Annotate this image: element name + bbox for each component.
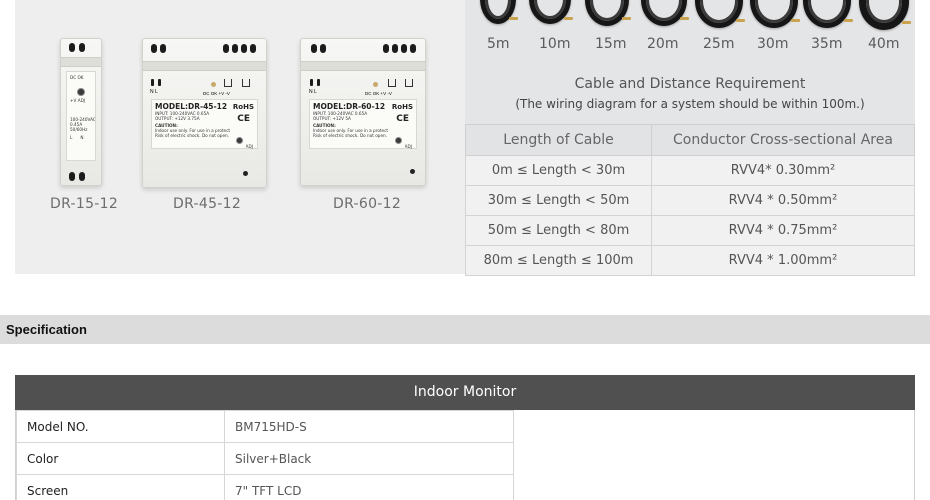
- table-row: 50m ≤ Length < 80m RVV4 * 0.75mm²: [465, 215, 915, 246]
- indoor-monitor-header: Indoor Monitor: [15, 375, 915, 410]
- cable-coil-image: [641, 0, 689, 26]
- power-supply-dr-15-12: DC OK +V ADJ 100-240VAC 0.45A 50/60Hz L …: [60, 38, 102, 186]
- area-cell: RVV4 * 0.50mm²: [651, 185, 915, 216]
- area-cell: RVV4 * 1.00mm²: [651, 245, 915, 276]
- column-header: Conductor Cross-sectional Area: [651, 124, 915, 156]
- table-row: 80m ≤ Length ≤ 100m RVV4 * 1.00mm²: [465, 245, 915, 276]
- product-label: DR-60-12: [333, 196, 402, 212]
- power-supply-gallery: DC OK +V ADJ 100-240VAC 0.45A 50/60Hz L …: [15, 0, 465, 274]
- requirement-title: Cable and Distance Requirement: [574, 76, 806, 92]
- cable-length-label: 25m: [703, 36, 735, 52]
- spec-key: Model NO.: [16, 410, 225, 443]
- table-row: 30m ≤ Length < 50m RVV4 * 0.50mm²: [465, 185, 915, 216]
- section-title: Specification: [6, 322, 87, 337]
- spec-table: Model NO. BM715HD-S Color Silver+Black S…: [16, 410, 514, 500]
- product-banner: DC OK +V ADJ 100-240VAC 0.45A 50/60Hz L …: [15, 0, 915, 276]
- length-cell: 30m ≤ Length < 50m: [465, 185, 652, 216]
- table-row: 0m ≤ Length < 30m RVV4* 0.30mm²: [465, 155, 915, 186]
- product-label: DR-45-12: [173, 196, 242, 212]
- product-label: DR-15-12: [50, 196, 119, 212]
- length-cell: 50m ≤ Length < 80m: [465, 215, 652, 246]
- table-row: Model NO. BM715HD-S: [16, 410, 514, 443]
- indoor-monitor-spec-table: Model NO. BM715HD-S Color Silver+Black S…: [15, 410, 915, 500]
- table-row: Screen 7" TFT LCD: [16, 474, 514, 500]
- spec-value: BM715HD-S: [224, 410, 514, 443]
- length-cell: 80m ≤ Length ≤ 100m: [465, 245, 652, 276]
- cable-coil-image: [695, 0, 745, 28]
- cable-coil-image: [803, 0, 853, 28]
- table-row: Color Silver+Black: [16, 442, 514, 475]
- cable-requirement-table: Length of Cable Conductor Cross-sectiona…: [465, 124, 915, 276]
- power-supply-dr-45-12: N L DC OK +V -V MODEL:DR-45-12 RoHS CE I…: [142, 38, 267, 188]
- cable-length-label: 35m: [811, 36, 843, 52]
- cable-coil-image: [750, 0, 800, 28]
- column-header: Length of Cable: [465, 124, 652, 156]
- area-cell: RVV4 * 0.75mm²: [651, 215, 915, 246]
- cable-coil-image: [480, 0, 518, 24]
- cable-coil-image: [585, 0, 631, 26]
- power-supply-dr-60-12: N L DC OK +V -V MODEL:DR-60-12 RoHS CE I…: [300, 38, 426, 186]
- spec-value: 7" TFT LCD: [224, 474, 514, 500]
- cable-length-label: 30m: [757, 36, 789, 52]
- cable-length-label: 10m: [539, 36, 571, 52]
- cable-length-label: 20m: [647, 36, 679, 52]
- requirement-subtitle: (The wiring diagram for a system should …: [515, 97, 865, 111]
- spec-value: Silver+Black: [224, 442, 514, 475]
- length-cell: 0m ≤ Length < 30m: [465, 155, 652, 186]
- cable-coil-row: [465, 0, 915, 60]
- cable-coil-image: [529, 0, 573, 24]
- spec-key: Screen: [16, 474, 225, 500]
- specification-section-header: Specification: [0, 315, 930, 344]
- spec-key: Color: [16, 442, 225, 475]
- cable-coil-image: [859, 0, 911, 30]
- cable-length-label: 5m: [487, 36, 510, 52]
- area-cell: RVV4* 0.30mm²: [651, 155, 915, 186]
- cable-length-label: 40m: [868, 36, 900, 52]
- cable-length-label: 15m: [595, 36, 627, 52]
- table-header-row: Length of Cable Conductor Cross-sectiona…: [465, 124, 915, 156]
